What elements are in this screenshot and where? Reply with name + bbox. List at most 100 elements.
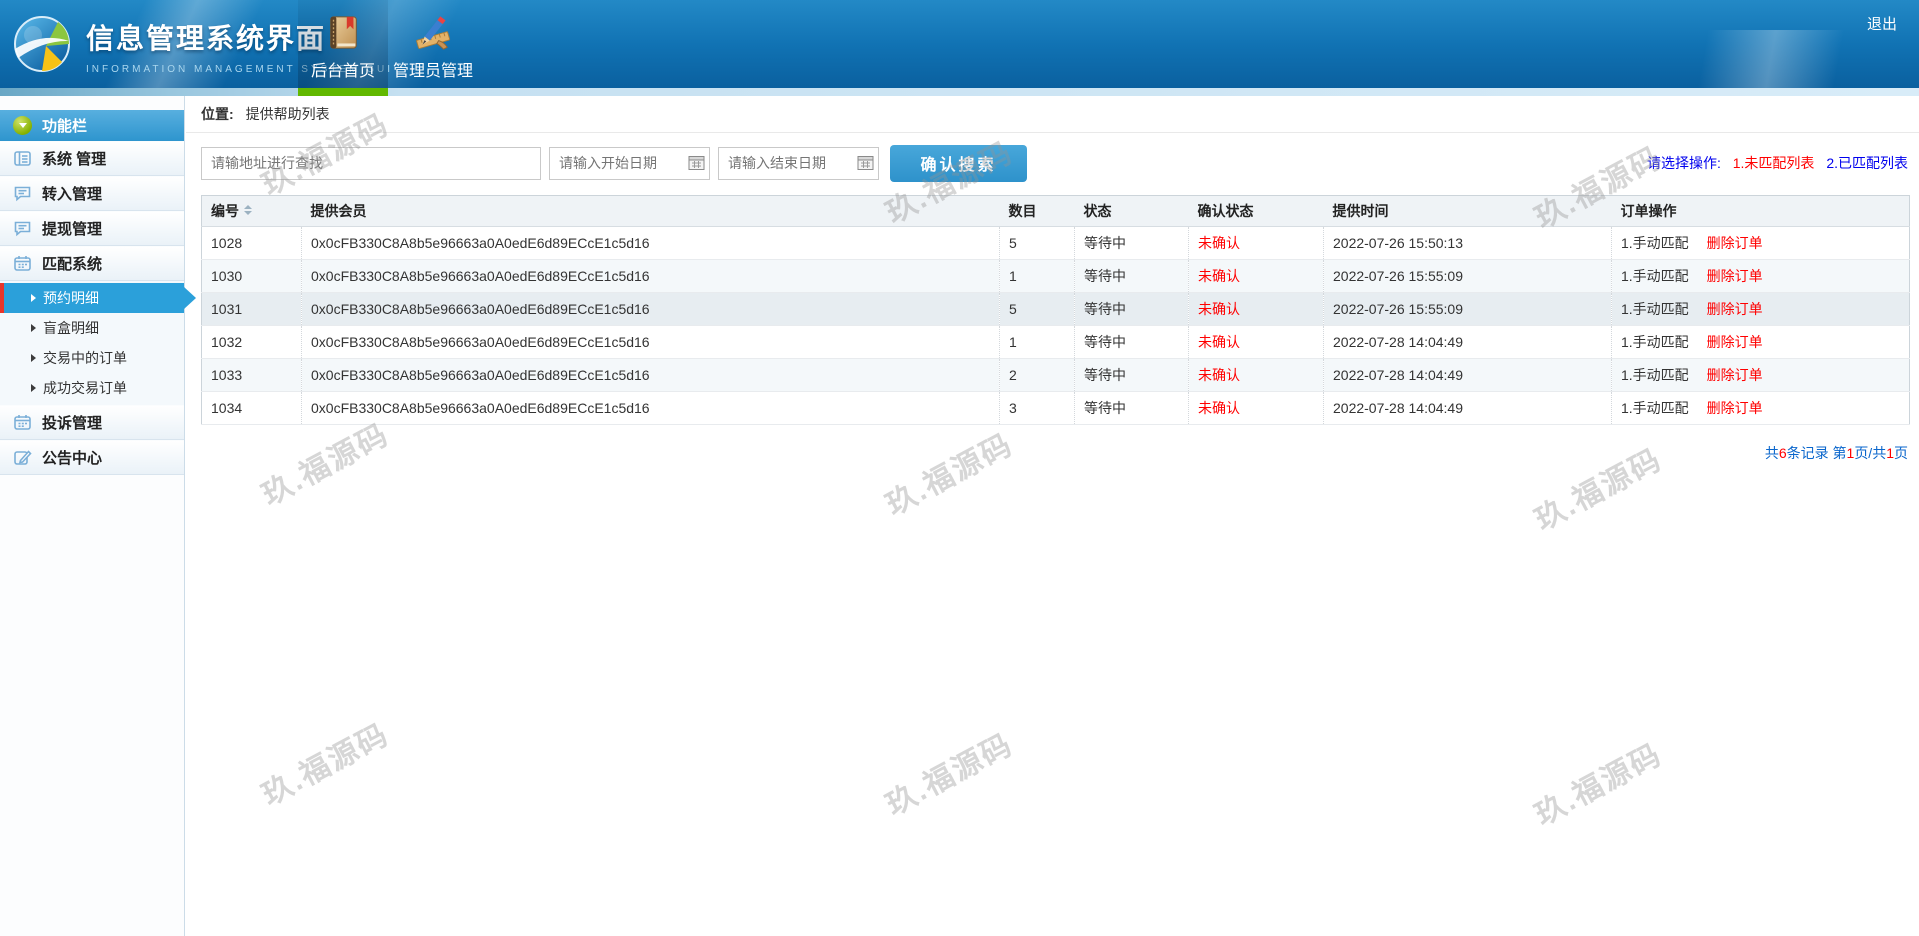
cell-member-address: 0x0cFB330C8A8b5e96663a0A0edE6d89ECcE1c5d… [302,260,1000,293]
sidebar-item-transfer-in-management[interactable]: 转入管理 [0,176,184,211]
orders-table-wrap: 编号 提供会员 数目 状态 确认状态 提供时间 订单操作 1028 0x0cFB… [201,195,1908,425]
cell-confirm-status: 未确认 [1189,392,1324,425]
list-icon [13,149,32,168]
end-date-input[interactable] [718,147,879,180]
matched-list-link[interactable]: 2.已匹配列表 [1826,155,1908,171]
submenu-item-blind-box-details[interactable]: 盲盒明细 [0,313,184,343]
submenu-item-reservation-details[interactable]: 预约明细 [0,283,184,313]
tab-admin-management[interactable]: 管理员管理 [388,0,478,88]
delete-order-link[interactable]: 删除订单 [1707,268,1763,284]
delete-order-link[interactable]: 删除订单 [1707,400,1763,416]
sidebar-item-label: 匹配系统 [42,253,102,274]
sidebar-item-system-management[interactable]: 系统 管理 [0,141,184,176]
cell-confirm-status: 未确认 [1189,227,1324,260]
manual-match-link[interactable]: 1.手动匹配 [1621,268,1689,284]
matching-system-submenu: 预约明细 盲盒明细 交易中的订单 成功交易订单 [0,281,184,405]
start-date-input[interactable] [549,147,710,180]
chat-icon [13,184,32,203]
calendar-icon [13,413,32,432]
logout-button[interactable]: 退出 [1867,13,1897,34]
table-row: 1033 0x0cFB330C8A8b5e96663a0A0edE6d89ECc… [202,359,1910,392]
cell-status: 等待中 [1075,260,1189,293]
cell-status: 等待中 [1075,227,1189,260]
tab-backend-home[interactable]: 后台首页 [298,0,388,88]
orders-table: 编号 提供会员 数目 状态 确认状态 提供时间 订单操作 1028 0x0cFB… [201,195,1910,425]
col-id[interactable]: 编号 [202,196,302,227]
manual-match-link[interactable]: 1.手动匹配 [1621,400,1689,416]
calendar-picker-icon[interactable] [857,155,874,171]
cell-provide-time: 2022-07-28 14:04:49 [1324,326,1612,359]
calendar-picker-icon[interactable] [688,155,705,171]
cell-count: 5 [1000,227,1075,260]
sidebar-item-announcement-center[interactable]: 公告中心 [0,440,184,475]
col-member: 提供会员 [302,196,1000,227]
delete-order-link[interactable]: 删除订单 [1707,334,1763,350]
chat-icon [13,219,32,238]
sidebar-header-function-bar[interactable]: 功能栏 [0,110,184,141]
triangle-bullet-icon [31,324,36,332]
cell-count: 3 [1000,392,1075,425]
sort-icon[interactable] [244,205,252,215]
breadcrumb: 位置: 提供帮助列表 [186,96,1919,133]
table-row: 1032 0x0cFB330C8A8b5e96663a0A0edE6d89ECc… [202,326,1910,359]
pagination-text: 页 [1894,445,1908,461]
table-row: 1028 0x0cFB330C8A8b5e96663a0A0edE6d89ECc… [202,227,1910,260]
triangle-bullet-icon [31,384,36,392]
address-search-input[interactable] [201,147,541,180]
end-date-wrap [718,147,879,180]
cell-confirm-status: 未确认 [1189,260,1324,293]
cell-order-actions: 1.手动匹配 删除订单 [1612,392,1910,425]
calendar-icon [13,254,32,273]
delete-order-link[interactable]: 删除订单 [1707,235,1763,251]
triangle-bullet-icon [31,354,36,362]
sidebar-item-matching-system[interactable]: 匹配系统 [0,246,184,281]
triangle-bullet-icon [31,294,36,302]
cell-provide-time: 2022-07-28 14:04:49 [1324,359,1612,392]
cell-member-address: 0x0cFB330C8A8b5e96663a0A0edE6d89ECcE1c5d… [302,392,1000,425]
manual-match-link[interactable]: 1.手动匹配 [1621,235,1689,251]
cell-confirm-status: 未确认 [1189,326,1324,359]
edit-icon [13,448,32,467]
cell-id: 1033 [202,359,302,392]
cell-count: 2 [1000,359,1075,392]
cell-member-address: 0x0cFB330C8A8b5e96663a0A0edE6d89ECcE1c5d… [302,326,1000,359]
col-count: 数目 [1000,196,1075,227]
cell-status: 等待中 [1075,359,1189,392]
cell-confirm-status: 未确认 [1189,293,1324,326]
submenu-item-orders-in-trade[interactable]: 交易中的订单 [0,343,184,373]
manual-match-link[interactable]: 1.手动匹配 [1621,334,1689,350]
pagination-text: 页/共 [1854,445,1886,461]
sidebar: 功能栏 系统 管理 转入管理 提现管理 匹配系统 [0,96,185,936]
col-status: 状态 [1075,196,1189,227]
submenu-item-successful-orders[interactable]: 成功交易订单 [0,373,184,403]
cell-confirm-status: 未确认 [1189,359,1324,392]
collapse-circle-icon [13,116,32,135]
unmatched-list-link[interactable]: 1.未匹配列表 [1733,155,1815,171]
submenu-item-label: 预约明细 [43,288,99,308]
book-icon [324,14,362,52]
table-row: 1034 0x0cFB330C8A8b5e96663a0A0edE6d89ECc… [202,392,1910,425]
cell-id: 1031 [202,293,302,326]
active-tab-underline [298,88,388,96]
submenu-item-label: 盲盒明细 [43,318,99,338]
ops-label: 请选择操作: [1647,155,1721,171]
admin-tools-icon [414,14,452,52]
app-logo-icon [12,14,72,74]
manual-match-link[interactable]: 1.手动匹配 [1621,301,1689,317]
pagination-text: 条记录 第 [1787,445,1847,461]
sidebar-item-label: 公告中心 [42,447,102,468]
cell-count: 1 [1000,326,1075,359]
main-content: 位置: 提供帮助列表 确认搜索 请选择操作: 1.未匹配列 [186,96,1919,936]
delete-order-link[interactable]: 删除订单 [1707,367,1763,383]
sidebar-item-complaint-management[interactable]: 投诉管理 [0,405,184,440]
cell-id: 1032 [202,326,302,359]
cell-status: 等待中 [1075,326,1189,359]
top-header: 信息管理系统界面 INFORMATION MANAGEMENT SYSTEM G… [0,0,1919,88]
delete-order-link[interactable]: 删除订单 [1707,301,1763,317]
confirm-search-button[interactable]: 确认搜索 [890,145,1027,182]
sidebar-item-withdrawal-management[interactable]: 提现管理 [0,211,184,246]
start-date-wrap [549,147,710,180]
manual-match-link[interactable]: 1.手动匹配 [1621,367,1689,383]
cell-status: 等待中 [1075,392,1189,425]
chevron-down-icon [19,123,27,132]
